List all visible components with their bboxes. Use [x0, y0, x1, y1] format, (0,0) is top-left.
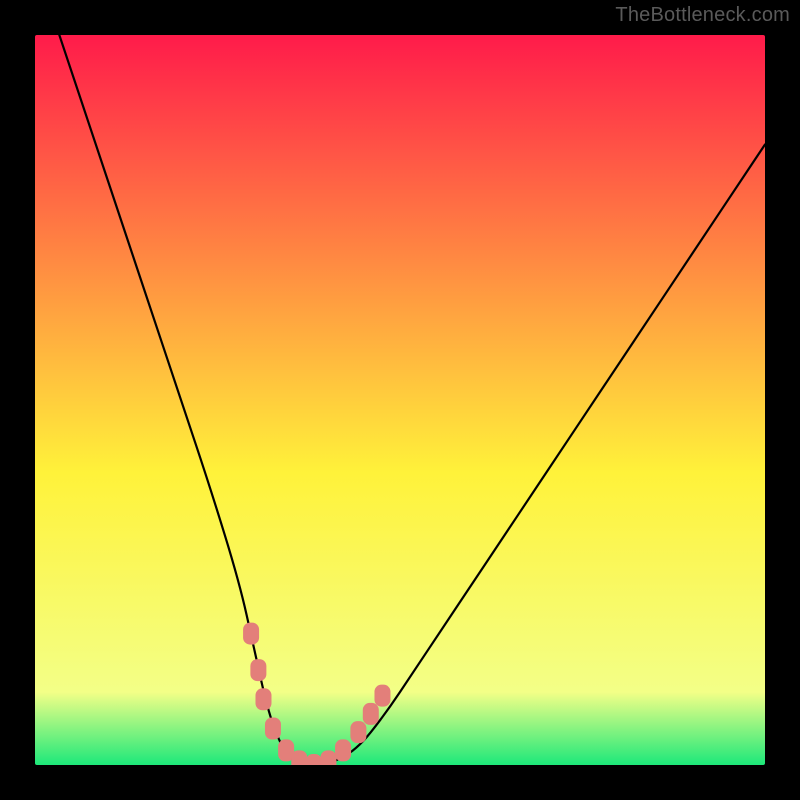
- curve-marker: [250, 659, 266, 681]
- curve-marker: [350, 721, 366, 743]
- chart-stage: TheBottleneck.com: [0, 0, 800, 800]
- curve-marker: [320, 750, 336, 765]
- watermark-text: TheBottleneck.com: [615, 4, 790, 27]
- curve-marker: [255, 688, 271, 710]
- gradient-background: [35, 35, 765, 765]
- curve-marker: [335, 739, 351, 761]
- curve-marker: [265, 718, 281, 740]
- curve-marker: [374, 685, 390, 707]
- curve-marker: [243, 623, 259, 645]
- chart-svg: [35, 35, 765, 765]
- curve-marker: [363, 703, 379, 725]
- curve-marker: [291, 750, 307, 765]
- plot-area: [35, 35, 765, 765]
